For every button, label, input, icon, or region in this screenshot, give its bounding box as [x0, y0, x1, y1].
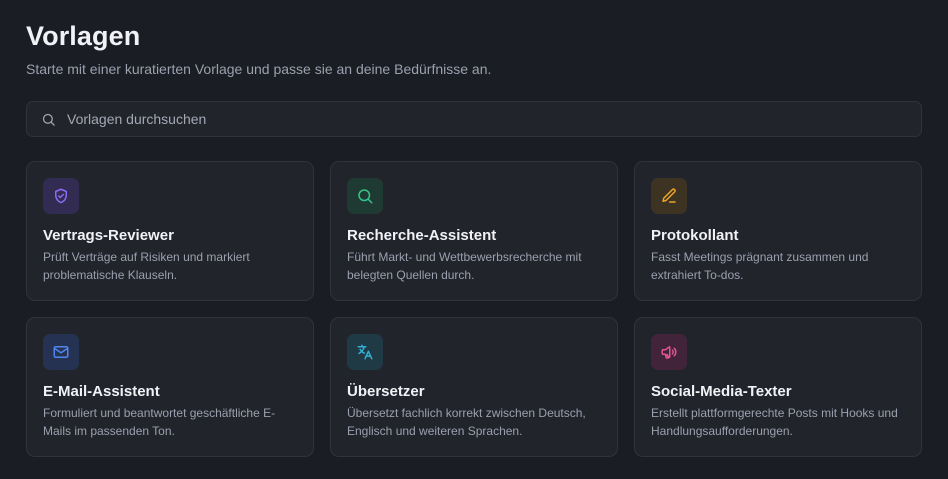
search-input[interactable]: [67, 104, 921, 134]
template-description: Erstellt plattformgerechte Posts mit Hoo…: [651, 406, 898, 438]
template-description: Führt Markt- und Wettbewerbsrecherche mi…: [347, 250, 582, 282]
template-grid: Vertrags-Reviewer Prüft Verträge auf Ris…: [26, 161, 922, 457]
shield-icon: [43, 178, 79, 214]
template-description: Übersetzt fachlich korrekt zwischen Deut…: [347, 406, 586, 438]
template-title: E-Mail-Assistent: [43, 383, 160, 400]
template-title: Protokollant: [651, 227, 739, 244]
page-title: Vorlagen: [26, 21, 141, 51]
template-description: Fasst Meetings prägnant zusammen und ext…: [651, 250, 869, 282]
search-bar[interactable]: [26, 101, 922, 137]
template-card-social-media-texter[interactable]: Social-Media-Texter Erstellt plattformge…: [634, 317, 922, 457]
template-card-uebersetzer[interactable]: Übersetzer Übersetzt fachlich korrekt zw…: [330, 317, 618, 457]
template-title: Vertrags-Reviewer: [43, 227, 174, 244]
translate-icon: [347, 334, 383, 370]
template-description: Formuliert und beantwortet geschäftliche…: [43, 406, 276, 438]
template-title: Social-Media-Texter: [651, 383, 792, 400]
template-card-e-mail-assistent[interactable]: E-Mail-Assistent Formuliert und beantwor…: [26, 317, 314, 457]
template-title: Recherche-Assistent: [347, 227, 497, 244]
template-card-recherche-assistent[interactable]: Recherche-Assistent Führt Markt- und Wet…: [330, 161, 618, 301]
template-card-vertrags-reviewer[interactable]: Vertrags-Reviewer Prüft Verträge auf Ris…: [26, 161, 314, 301]
search-icon: [347, 178, 383, 214]
search-icon: [41, 112, 56, 127]
page-subtitle: Starte mit einer kuratierten Vorlage und…: [26, 61, 492, 77]
template-card-protokollant[interactable]: Protokollant Fasst Meetings prägnant zus…: [634, 161, 922, 301]
template-title: Übersetzer: [347, 383, 425, 400]
megaphone-icon: [651, 334, 687, 370]
template-description: Prüft Verträge auf Risiken und markiert …: [43, 250, 250, 282]
mail-icon: [43, 334, 79, 370]
pencil-icon: [651, 178, 687, 214]
